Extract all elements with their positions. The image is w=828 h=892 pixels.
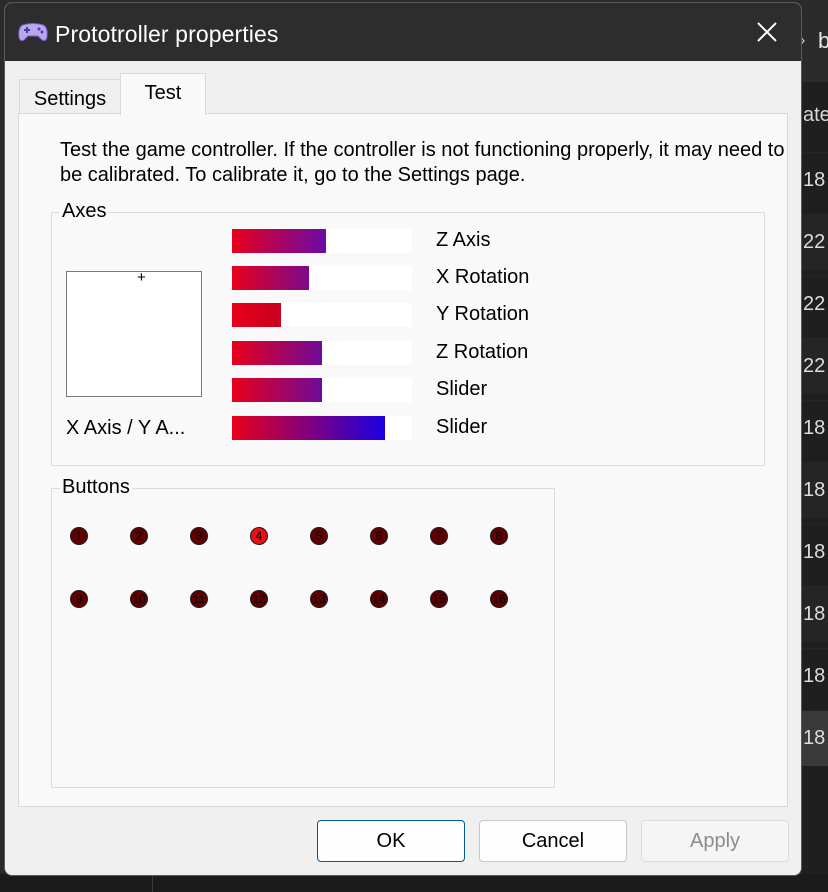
- button-indicator: 16: [490, 590, 508, 608]
- button-indicator: 7: [430, 527, 448, 545]
- axis-bar: [232, 416, 412, 440]
- background-list-row: 18: [800, 152, 828, 208]
- background-toolbar-text: b: [818, 28, 828, 53]
- axis-label: X Rotation: [436, 266, 530, 288]
- button-indicator: 3: [190, 527, 208, 545]
- tab-settings[interactable]: Settings: [19, 79, 121, 115]
- axis-bar-fill: [232, 229, 326, 253]
- axis-label: Y Rotation: [436, 303, 530, 325]
- background-list-row: 22: [800, 276, 828, 332]
- buttons-group: Buttons 1 2 3 4 5 6 7 8 9 10 11 12 13 14 15 16: [51, 476, 555, 788]
- axis-bar: [232, 229, 412, 253]
- title-bar[interactable]: Prototroller properties: [5, 3, 801, 61]
- test-tab-panel: Test the game controller. If the control…: [18, 113, 788, 807]
- background-list-row: 18: [800, 648, 828, 704]
- axis-bar: [232, 378, 412, 402]
- background-list-row: 22: [800, 338, 828, 394]
- axis-bar: [232, 303, 412, 327]
- properties-dialog: Prototroller properties Settings Test Te…: [4, 2, 802, 876]
- background-status-bar: [0, 874, 828, 892]
- axis-bar-fill: [232, 341, 322, 365]
- ok-button[interactable]: OK: [317, 820, 465, 862]
- cancel-button[interactable]: Cancel: [479, 820, 627, 862]
- xy-axis-display: +: [66, 269, 202, 397]
- close-button[interactable]: [733, 3, 801, 61]
- xy-axis-label: X Axis / Y A...: [66, 417, 186, 439]
- button-indicator: 6: [370, 527, 388, 545]
- button-indicator: 8: [490, 527, 508, 545]
- axis-bar: [232, 266, 412, 290]
- axis-label: Z Rotation: [436, 341, 529, 363]
- button-indicator: 13: [310, 590, 328, 608]
- button-indicator: 11: [190, 590, 208, 608]
- axis-label: Slider: [436, 416, 488, 438]
- axis-label: Slider: [436, 378, 488, 400]
- button-indicator: 4: [250, 527, 268, 545]
- test-description: Test the game controller. If the control…: [60, 139, 785, 186]
- button-indicator: 5: [310, 527, 328, 545]
- axis-bar-fill: [232, 266, 310, 290]
- button-indicator: 1: [70, 527, 88, 545]
- tab-test[interactable]: Test: [120, 73, 206, 115]
- background-list-row: 18: [800, 524, 828, 580]
- background-list-row: 18: [800, 586, 828, 642]
- background-list-row: 22: [800, 214, 828, 270]
- gamepad-icon: [18, 23, 48, 42]
- dialog-title: Prototroller properties: [55, 21, 279, 47]
- button-indicator: 14: [370, 590, 388, 608]
- axis-bar-fill: [232, 416, 385, 440]
- button-indicator: 15: [430, 590, 448, 608]
- background-column-header: ate: [803, 104, 828, 126]
- button-indicator: 12: [250, 590, 268, 608]
- axis-bar-fill: [232, 303, 281, 327]
- crosshair-icon: +: [137, 269, 146, 286]
- button-indicator: 9: [70, 590, 88, 608]
- axis-bar: [232, 341, 412, 365]
- axes-group: Axes + X Axis / Y A... Z Axis X Rotation Y…: [51, 200, 765, 466]
- close-icon: [757, 22, 777, 42]
- axis-label: Z Axis: [436, 229, 491, 251]
- background-divider: [152, 876, 153, 892]
- button-indicator: 2: [130, 527, 148, 545]
- buttons-group-title: Buttons: [60, 476, 132, 499]
- axis-bar-fill: [232, 378, 322, 402]
- apply-button[interactable]: Apply: [641, 820, 789, 862]
- background-list-row: 18: [800, 462, 828, 518]
- background-list-row: 18: [800, 400, 828, 456]
- background-list-row: 18: [800, 710, 828, 766]
- axes-group-title: Axes: [60, 200, 109, 223]
- button-indicator: 10: [130, 590, 148, 608]
- tab-strip: Settings Test: [19, 73, 219, 115]
